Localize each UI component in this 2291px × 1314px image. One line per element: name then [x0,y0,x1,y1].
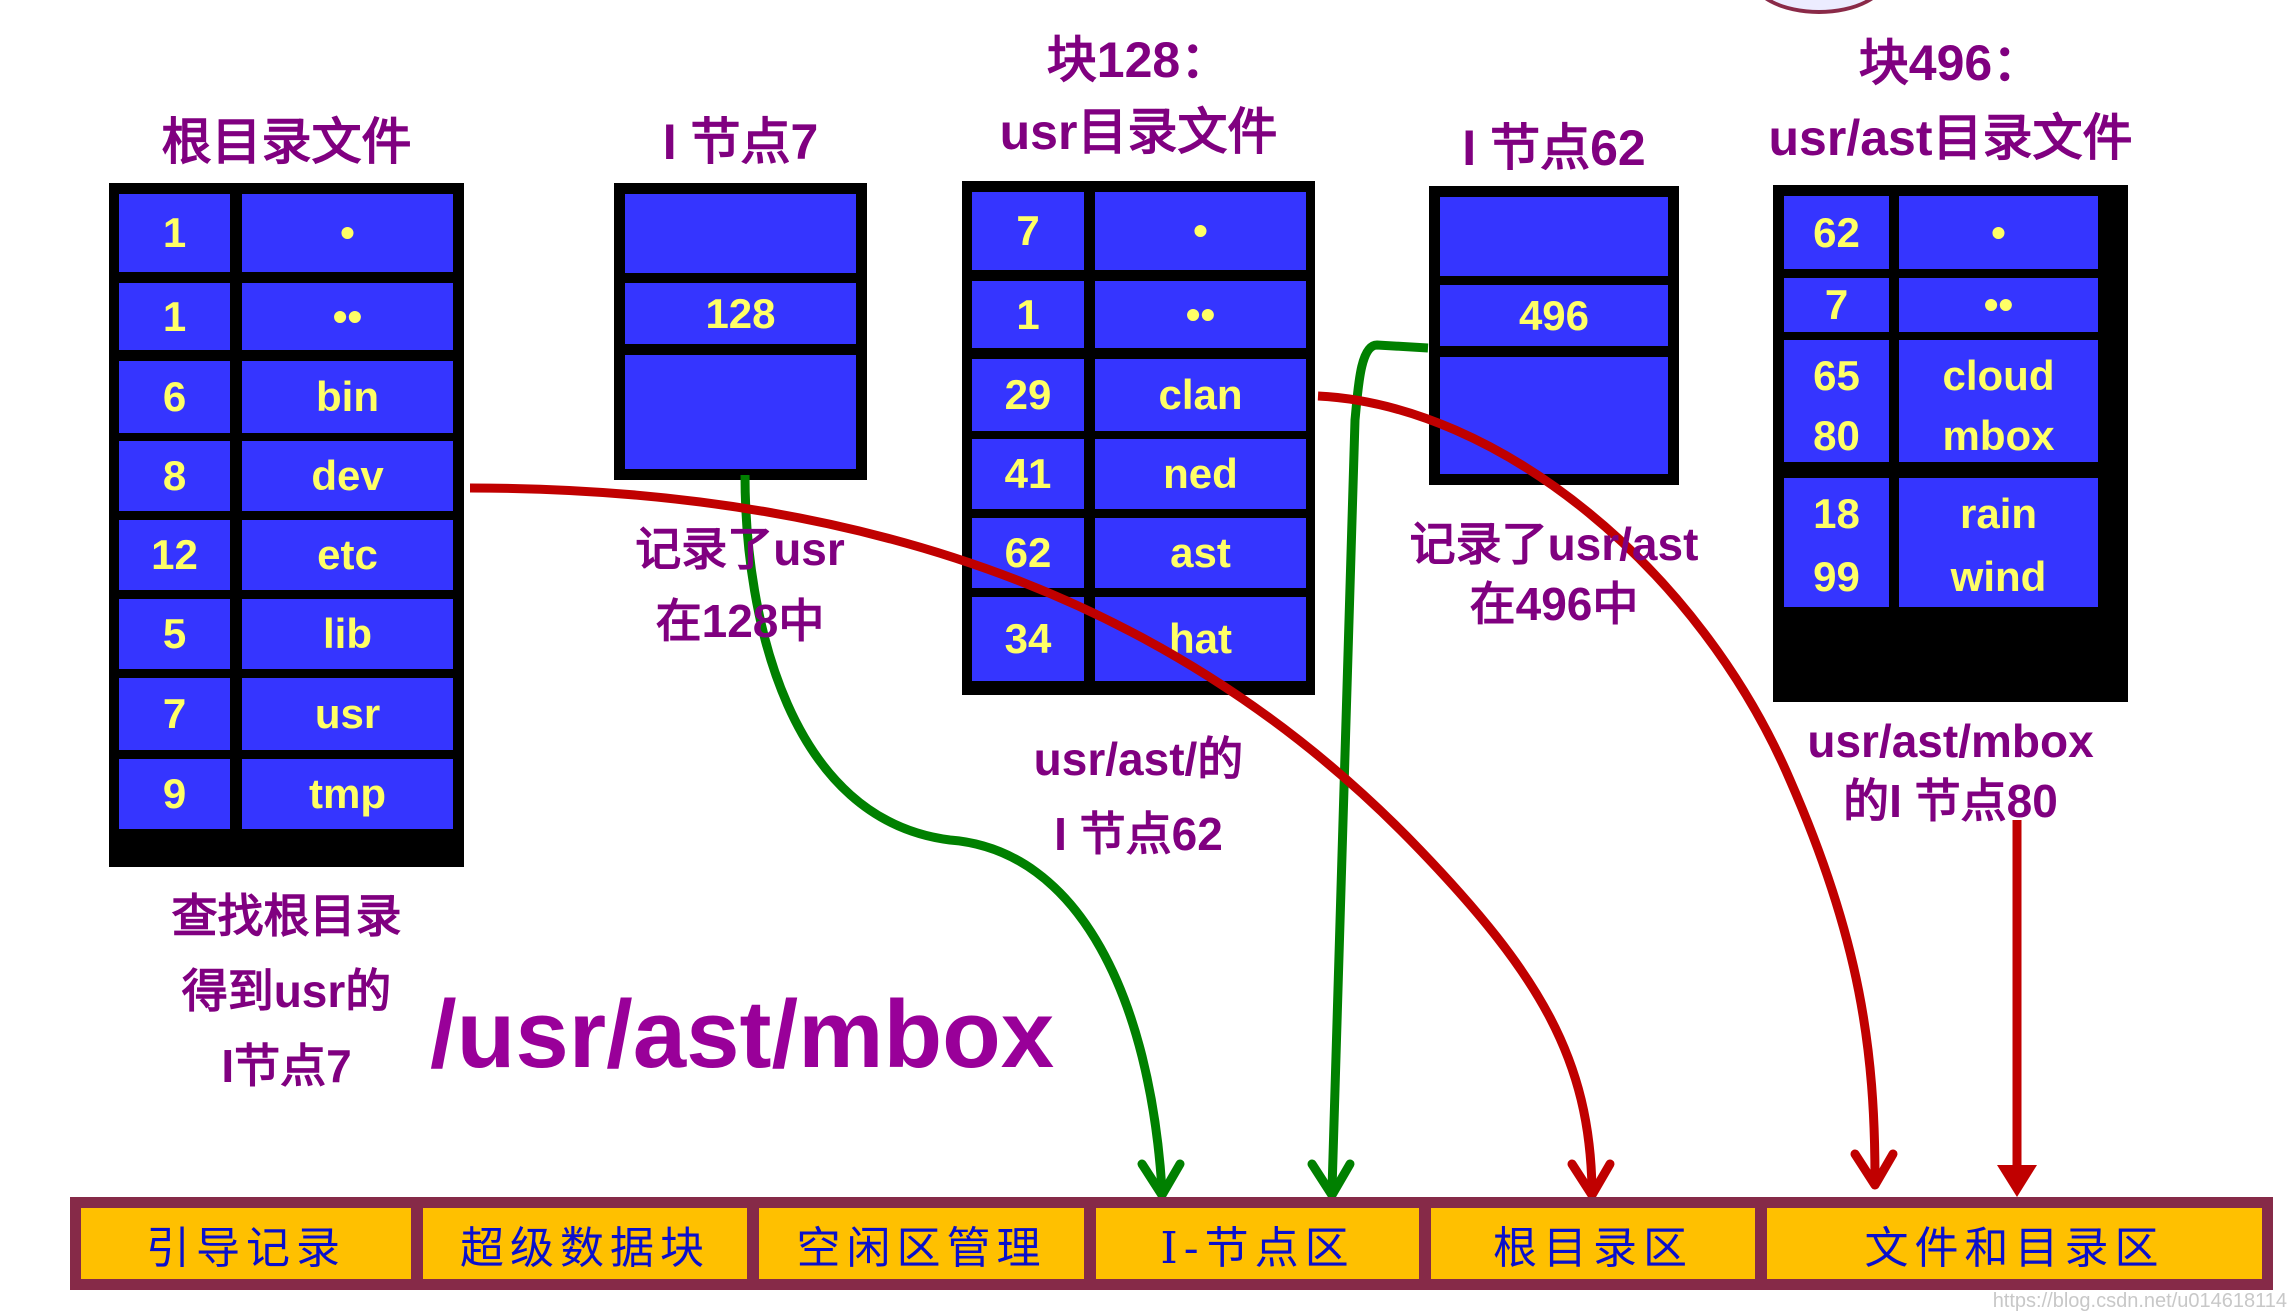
ast-note-line2: 的I 节点80 [1843,775,2058,827]
arrow-inode62-to-inode-area [1327,340,1429,1191]
usr-note-line2: I 节点62 [1054,808,1223,860]
disk-region-1: 超级数据块 [423,1208,747,1279]
inode7-note-line2: 在128中 [655,595,825,647]
inode7-note-line1: 记录了usr [635,523,845,575]
disk-region-4: 根目录区 [1431,1208,1755,1279]
watermark: https://blog.csdn.net/u014618114 [1992,1290,2287,1312]
disk-region-5: 文件和目录区 [1767,1208,2262,1279]
root-lookup-line2: 得到usr的 [181,965,392,1017]
root-lookup-line1: 查找根目录 [171,890,402,942]
usr-note-line1: usr/ast/的 [1033,733,1244,785]
disk-region-0: 引导记录 [81,1208,411,1279]
disk-region-3: I-节点区 [1096,1208,1419,1279]
inode62-note-line2: 在496中 [1469,578,1639,630]
diagram-canvas: 根目录文件 I 节点7 块128： usr目录文件 I 节点62 块496： u… [0,0,2291,1314]
inode62-note-line1: 记录了usr/ast [1409,518,1699,570]
ast-note-line1: usr/ast/mbox [1807,715,2094,767]
path-label: /usr/ast/mbox [430,981,1055,1088]
disk-layout-bar: 引导记录 超级数据块 空闲区管理 I-节点区 根目录区 文件和目录区 [70,1197,2273,1290]
arrows-layer [469,340,2037,1200]
arrowhead-ast [1997,1165,2037,1197]
disk-region-2: 空闲区管理 [759,1208,1084,1279]
root-lookup-line3: I节点7 [221,1040,352,1092]
